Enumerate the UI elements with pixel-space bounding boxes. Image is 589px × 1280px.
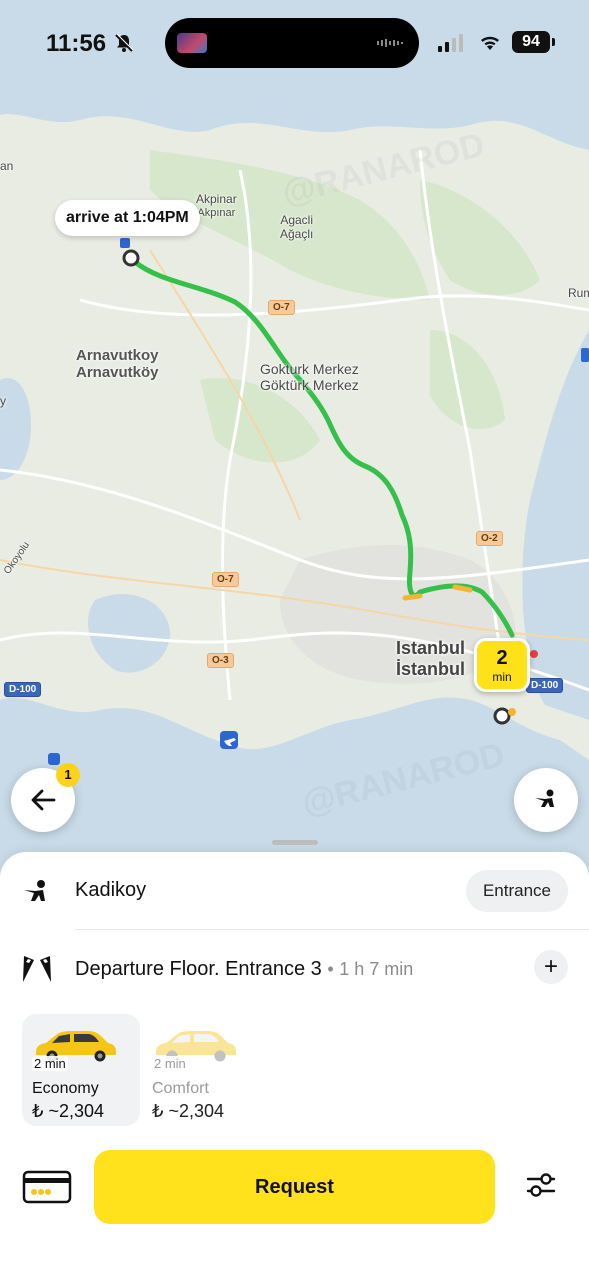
person-waving-icon	[24, 880, 45, 901]
tariff-eta: 2 min	[152, 1056, 188, 1071]
dynamic-island[interactable]	[165, 18, 419, 68]
road-badge-d100: D-100	[4, 682, 42, 697]
tariff-comfort[interactable]: 2 min Comfort ₺ ~2,304	[142, 1014, 260, 1126]
clock: 11:56	[46, 30, 107, 57]
destination-text: Departure Floor. Entrance 3 • 1 h 7 min	[75, 958, 413, 981]
map-label-agacli: Agacli Ağaçlı	[280, 213, 314, 241]
tariff-economy[interactable]: 2 min Economy ₺ ~2,304	[22, 1014, 140, 1126]
request-button[interactable]: Request	[94, 1150, 495, 1224]
signal-icon	[438, 34, 463, 52]
map-label-akpinar: Akpinar Akpınar	[196, 192, 237, 219]
map-label-an: an	[0, 159, 14, 173]
pickup-eta-bubble: 2 min	[474, 638, 530, 692]
tariff-name: Economy	[32, 1080, 99, 1097]
tariff-price: ₺ ~2,304	[152, 1101, 225, 1121]
battery-icon: 94	[512, 31, 550, 53]
map-label-y: y	[0, 394, 6, 408]
order-footer: Request	[0, 1140, 589, 1280]
tariff-eta: 2 min	[32, 1056, 68, 1071]
bell-slash-icon	[115, 33, 134, 52]
arrival-time-bubble: arrive at 1:04PM	[55, 200, 200, 236]
pickup-address: Kadikoy	[75, 879, 147, 901]
add-stop-button[interactable]: +	[534, 950, 568, 984]
order-sheet[interactable]: Kadikoy Entrance Departure Floor. Entran…	[0, 840, 589, 1280]
destination-row[interactable]: Departure Floor. Entrance 3 • 1 h 7 min	[0, 930, 589, 1006]
road-badge-o3: O-3	[207, 653, 234, 668]
airport-icon	[220, 731, 238, 749]
pickup-point-button[interactable]	[514, 768, 578, 832]
checkered-flags-icon	[23, 956, 51, 982]
map-label-arnavutkoy: Arnavutkoy Arnavutköy	[76, 347, 159, 382]
sheet-grabber[interactable]	[272, 840, 318, 845]
audio-wave-icon	[377, 39, 403, 47]
map-view[interactable]: an Akpinar Akpınar Agacli Ağaçlı Arnavutko…	[0, 0, 589, 880]
destination-address: Departure Floor. Entrance 3	[75, 958, 322, 980]
road-badge-o2: O-2	[476, 531, 503, 546]
notification-badge: 1	[56, 763, 80, 787]
map-canvas[interactable]	[0, 0, 589, 880]
eta-unit: min	[492, 670, 512, 684]
trip-duration: 1 h 7 min	[339, 959, 414, 979]
media-thumbnail	[177, 33, 207, 53]
pickup-row[interactable]: Kadikoy Entrance	[0, 852, 589, 928]
road-badge-o7: O-7	[212, 572, 239, 587]
map-label-rum: Rum	[568, 286, 589, 300]
map-label-istanbul: Istanbul İstanbul	[396, 638, 466, 679]
tariff-price: ₺ ~2,304	[32, 1101, 105, 1121]
battery-tip	[552, 38, 555, 46]
status-bar: 11:56 94	[0, 0, 589, 90]
payment-card-icon[interactable]	[22, 1170, 72, 1204]
map-label-gokturk: Gokturk Merkez Göktürk Merkez	[260, 361, 359, 394]
tariff-name: Comfort	[152, 1080, 209, 1097]
person-waving-icon	[535, 789, 554, 807]
road-badge-o7: O-7	[268, 300, 295, 315]
eta-value: 2	[496, 647, 508, 669]
entrance-button[interactable]: Entrance	[466, 870, 568, 912]
road-badge-d100: D-100	[526, 678, 564, 693]
sliders-settings-icon[interactable]	[524, 1170, 558, 1200]
arrow-left-icon	[31, 789, 56, 811]
wifi-icon	[481, 36, 499, 50]
separator-dot: •	[327, 959, 334, 979]
